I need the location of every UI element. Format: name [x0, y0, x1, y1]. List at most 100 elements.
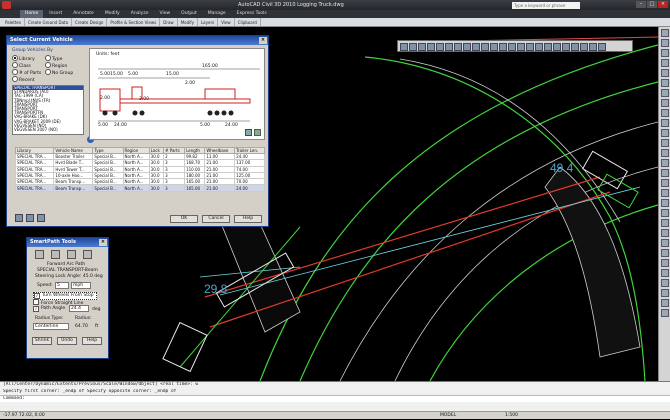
toolbar-tool-icon[interactable]: [454, 43, 462, 51]
tool-icon[interactable]: [660, 209, 669, 217]
path-angle-checkbox[interactable]: Path Angle: [33, 306, 65, 312]
tool-icon[interactable]: [660, 259, 669, 267]
undo-button[interactable]: Undo: [57, 337, 77, 345]
tool-icon[interactable]: [660, 69, 669, 77]
toolbar-tool-icon[interactable]: [400, 43, 408, 51]
toolbar-tool-icon[interactable]: [571, 43, 579, 51]
help-button[interactable]: Help: [234, 215, 262, 223]
toolbar-tool-icon[interactable]: [418, 43, 426, 51]
close-icon[interactable]: ×: [658, 1, 668, 8]
toolbar-tool-icon[interactable]: [517, 43, 525, 51]
group-type-radio[interactable]: Type: [45, 55, 62, 62]
maximize-icon[interactable]: □: [647, 1, 657, 8]
tool-icon[interactable]: [660, 39, 669, 47]
path-tool-icon[interactable]: [83, 250, 92, 259]
tab-modify[interactable]: Modify: [100, 10, 125, 18]
toolbar-tool-icon[interactable]: [544, 43, 552, 51]
tool-icon[interactable]: [660, 119, 669, 127]
list-item[interactable]: VEGVESEN 2007 (NO): [13, 127, 83, 132]
toolbar-tool-icon[interactable]: [481, 43, 489, 51]
help-search-input[interactable]: Type a keyword or phrase: [512, 2, 580, 9]
speed-unit-select[interactable]: mph: [71, 282, 91, 289]
toolbar-tool-icon[interactable]: [562, 43, 570, 51]
command-line[interactable]: [All/Center/Dynamic/Extents/Previous/Sca…: [0, 381, 670, 411]
speed-input[interactable]: 5: [55, 282, 69, 289]
toolbar-tool-icon[interactable]: [508, 43, 516, 51]
tool-icon[interactable]: [660, 249, 669, 257]
tool-icon[interactable]: [660, 199, 669, 207]
tab-home[interactable]: Home: [20, 10, 44, 18]
tool-icon[interactable]: [660, 269, 669, 277]
library-list[interactable]: SPECIAL TRANSPORT STANDARDS (AU) TAC-199…: [12, 85, 84, 135]
tool-icon[interactable]: [660, 29, 669, 37]
tab-view[interactable]: View: [154, 10, 175, 18]
tool-icon[interactable]: [660, 309, 669, 317]
vehicle-tool-icon[interactable]: [15, 214, 23, 222]
toolbar-tool-icon[interactable]: [535, 43, 543, 51]
toolbar-tool-icon[interactable]: [499, 43, 507, 51]
toolbar-tool-icon[interactable]: [427, 43, 435, 51]
tool-icon[interactable]: [660, 149, 669, 157]
toolbar-tool-icon[interactable]: [598, 43, 606, 51]
panel-view[interactable]: View: [218, 18, 235, 26]
group-parts-radio[interactable]: # of Parts: [12, 69, 41, 76]
group-none-radio[interactable]: No Group: [45, 69, 73, 76]
panel-modify[interactable]: Modify: [178, 18, 198, 26]
vehicle-tool-icon[interactable]: [26, 214, 34, 222]
tool-icon[interactable]: [660, 159, 669, 167]
ok-button[interactable]: OK: [170, 215, 198, 223]
radius-type-select[interactable]: Centerline: [33, 323, 69, 330]
path-angle-input[interactable]: 24.4: [69, 305, 89, 312]
panel-layers[interactable]: Layers: [198, 18, 219, 26]
tool-icon[interactable]: [660, 169, 669, 177]
application-menu-button[interactable]: [2, 1, 11, 9]
toolbar-tool-icon[interactable]: [445, 43, 453, 51]
tab-output[interactable]: Output: [176, 10, 202, 18]
close-icon[interactable]: ×: [259, 37, 267, 44]
panel-draw[interactable]: Draw: [160, 18, 178, 26]
toolbar-tool-icon[interactable]: [553, 43, 561, 51]
panel-clipboard[interactable]: Clipboard: [235, 18, 261, 26]
panel-create-design[interactable]: Create Design: [72, 18, 108, 26]
help-button[interactable]: Help: [82, 337, 102, 345]
tool-icon[interactable]: [660, 49, 669, 57]
toolbar-tool-icon[interactable]: [463, 43, 471, 51]
toolbar-tool-icon[interactable]: [409, 43, 417, 51]
tab-express-tools[interactable]: Express Tools: [232, 10, 272, 18]
tool-icon[interactable]: [660, 239, 669, 247]
path-tool-icon[interactable]: [67, 250, 76, 259]
tool-icon[interactable]: [660, 179, 669, 187]
path-tool-icon[interactable]: [35, 250, 44, 259]
cancel-button[interactable]: Cancel: [202, 215, 230, 223]
tool-icon[interactable]: [660, 139, 669, 147]
group-region-radio[interactable]: Region: [45, 62, 67, 69]
tool-icon[interactable]: [660, 299, 669, 307]
tab-annotate[interactable]: Annotate: [68, 10, 99, 18]
toolbar-tool-icon[interactable]: [580, 43, 588, 51]
tool-icon[interactable]: [660, 219, 669, 227]
tool-icon[interactable]: [660, 109, 669, 117]
tool-icon[interactable]: [660, 279, 669, 287]
group-recent-radio[interactable]: Recent: [12, 76, 35, 83]
toolbar-tool-icon[interactable]: [472, 43, 480, 51]
vehicle-tool-icon[interactable]: [37, 214, 45, 222]
copy-icon[interactable]: [245, 129, 252, 136]
tool-icon[interactable]: [660, 229, 669, 237]
tool-icon[interactable]: [660, 129, 669, 137]
tool-icon[interactable]: [660, 89, 669, 97]
close-icon[interactable]: ×: [99, 239, 107, 246]
tab-analyze[interactable]: Analyze: [126, 10, 154, 18]
toolbar-tool-icon[interactable]: [490, 43, 498, 51]
toolbar-tool-icon[interactable]: [436, 43, 444, 51]
tool-icon[interactable]: [660, 99, 669, 107]
tool-icon[interactable]: [660, 79, 669, 87]
tool-icon[interactable]: [660, 59, 669, 67]
tool-icon[interactable]: [660, 189, 669, 197]
panel-profile-section-views[interactable]: Profile & Section Views: [107, 18, 161, 26]
toolbar-tool-icon[interactable]: [589, 43, 597, 51]
path-tool-icon[interactable]: [51, 250, 60, 259]
tool-icon[interactable]: [660, 289, 669, 297]
shrink-button[interactable]: Shrink: [32, 337, 52, 345]
panel-create-ground-data[interactable]: Create Ground Data: [25, 18, 73, 26]
minimize-icon[interactable]: –: [636, 1, 646, 8]
